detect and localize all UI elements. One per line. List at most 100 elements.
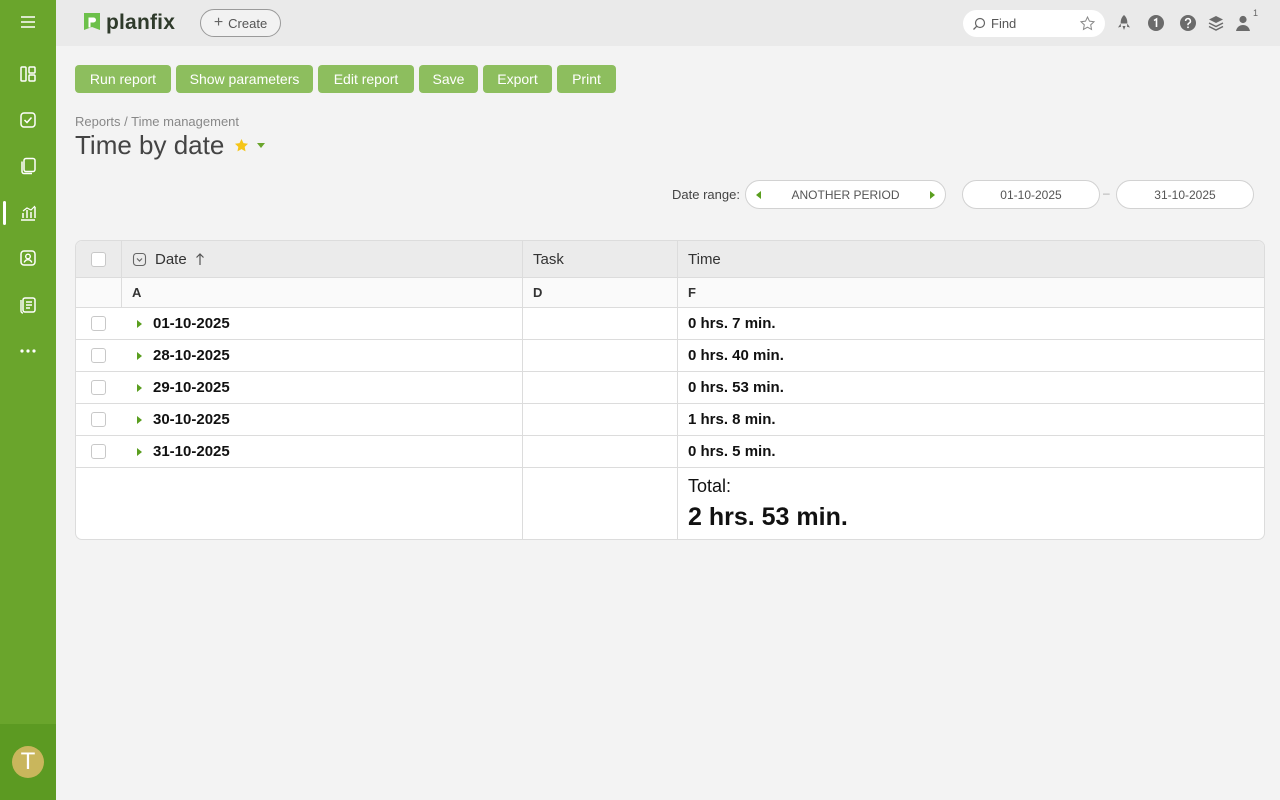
sidebar-item-directories[interactable] [0, 285, 56, 325]
search-box [963, 10, 1105, 37]
documents-icon [21, 157, 36, 175]
page-title: Time by date [75, 130, 225, 160]
sidebar-item-dashboards[interactable] [0, 54, 56, 94]
total-value: 2 hrs. 53 min. [688, 503, 848, 531]
save-button[interactable]: Save [419, 65, 478, 93]
column-letters-row: A D F [76, 278, 1264, 308]
row-time: 0 hrs. 53 min. [688, 379, 784, 396]
table-row[interactable]: 28-10-2025 0 hrs. 40 min. [76, 340, 1264, 372]
date-range-label: Date range: [672, 187, 740, 202]
favorite-star-icon[interactable] [233, 137, 250, 154]
logo[interactable]: planfix [82, 11, 175, 35]
time-header-label: Time [688, 250, 721, 268]
user-panel: T [0, 724, 56, 800]
period-value: ANOTHER PERIOD [791, 187, 900, 202]
row-date: 31-10-2025 [153, 443, 230, 460]
notification-badge: 1 [1252, 8, 1258, 18]
chevron-down-icon[interactable] [256, 143, 266, 149]
date-to-field[interactable] [1116, 180, 1254, 209]
total-label: Total: [688, 476, 732, 496]
hamburger-icon [21, 16, 35, 28]
sidebar-item-documents[interactable] [0, 146, 56, 186]
breadcrumb[interactable]: Reports / Time management [75, 114, 239, 129]
sidebar-item-contacts[interactable] [0, 238, 56, 278]
time-column-header[interactable]: Time [688, 241, 721, 277]
avatar[interactable]: T [12, 746, 44, 778]
expand-row-icon[interactable] [137, 415, 142, 424]
row-time: 0 hrs. 40 min. [688, 347, 784, 364]
row-date: 30-10-2025 [153, 411, 230, 428]
rocket-button[interactable] [1114, 13, 1134, 33]
export-button[interactable]: Export [483, 65, 552, 93]
select-all-cell [91, 241, 106, 277]
sort-ascending-icon[interactable] [195, 252, 205, 266]
create-label: Create [228, 15, 268, 31]
hamburger-menu-button[interactable] [0, 2, 56, 42]
task-column-header[interactable]: Task [533, 241, 564, 277]
favorite-star-icon[interactable] [1079, 15, 1096, 32]
row-time: 0 hrs. 7 min. [688, 315, 776, 332]
row-checkbox[interactable] [91, 380, 106, 395]
reports-chart-icon [21, 205, 36, 221]
help-button[interactable] [1178, 13, 1198, 33]
column-divider [121, 241, 122, 308]
row-checkbox[interactable] [91, 444, 106, 459]
table-row[interactable]: 01-10-2025 0 hrs. 7 min. [76, 308, 1264, 340]
top-bar: planfix + Create 1 [56, 0, 1280, 46]
print-button[interactable]: Print [557, 65, 616, 93]
task-header-label: Task [533, 250, 564, 268]
notifications-button[interactable] [1146, 13, 1166, 33]
directory-list-icon [20, 297, 36, 314]
sidebar-item-reports[interactable] [0, 193, 56, 233]
profile-button[interactable]: 1 [1234, 8, 1258, 33]
expand-row-icon[interactable] [137, 319, 142, 328]
layers-button[interactable] [1206, 13, 1226, 33]
table-row[interactable]: 31-10-2025 0 hrs. 5 min. [76, 436, 1264, 468]
row-checkbox[interactable] [91, 316, 106, 331]
task-check-icon [20, 112, 36, 128]
sidebar-item-more[interactable] [0, 331, 56, 371]
sidebar: T [0, 0, 56, 800]
table-header-row: Date Task Time [76, 241, 1264, 278]
contacts-icon [20, 250, 36, 266]
column-settings-icon[interactable] [132, 252, 147, 267]
date-from-field[interactable] [962, 180, 1100, 209]
run-report-button[interactable]: Run report [75, 65, 171, 93]
expand-row-icon[interactable] [137, 351, 142, 360]
column-letter-time: F [688, 285, 696, 300]
row-checkbox[interactable] [91, 412, 106, 427]
column-divider [677, 241, 678, 539]
report-table: Date Task Time A D F 01-10-2025 0 hrs. 7… [75, 240, 1265, 540]
more-dots-icon [20, 349, 36, 353]
row-date: 28-10-2025 [153, 347, 230, 364]
period-select[interactable]: ANOTHER PERIOD [745, 180, 946, 209]
row-checkbox[interactable] [91, 348, 106, 363]
create-button[interactable]: + Create [200, 9, 281, 37]
date-header-label: Date [155, 250, 187, 268]
select-all-checkbox[interactable] [91, 251, 106, 267]
row-date: 01-10-2025 [153, 315, 230, 332]
help-icon [1180, 15, 1196, 31]
column-letter-date: A [132, 285, 142, 300]
previous-period-icon[interactable] [756, 191, 761, 199]
date-separator: – [1103, 186, 1110, 200]
date-column-header[interactable]: Date [132, 241, 205, 277]
next-period-icon[interactable] [930, 191, 935, 199]
row-date: 29-10-2025 [153, 379, 230, 396]
table-row[interactable]: 30-10-2025 1 hrs. 8 min. [76, 404, 1264, 436]
search-input[interactable] [991, 16, 1075, 31]
logo-text: planfix [106, 11, 176, 34]
search-icon [973, 17, 986, 30]
expand-row-icon[interactable] [137, 383, 142, 392]
show-parameters-button[interactable]: Show parameters [176, 65, 313, 93]
layers-icon [1208, 16, 1224, 31]
sidebar-item-tasks[interactable] [0, 100, 56, 140]
table-row[interactable]: 29-10-2025 0 hrs. 53 min. [76, 372, 1264, 404]
expand-row-icon[interactable] [137, 447, 142, 456]
planfix-logo-icon [84, 13, 100, 30]
edit-report-button[interactable]: Edit report [318, 65, 414, 93]
rocket-icon [1118, 15, 1130, 30]
column-divider [522, 241, 523, 539]
column-letter-task: D [533, 285, 543, 300]
dashboard-icon [20, 66, 36, 82]
